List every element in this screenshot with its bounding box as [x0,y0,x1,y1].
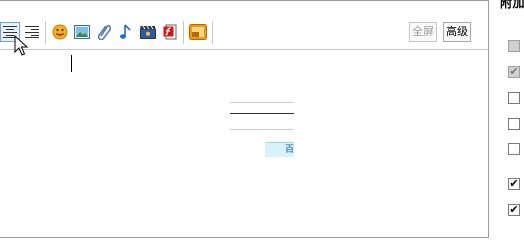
emoticon-button[interactable] [50,22,70,42]
sidebar-title: 附加 [500,0,524,10]
insert-music-button[interactable] [116,22,136,42]
rich-text-editor: 全屏 高级 百 [0,0,489,238]
flash-file-icon [163,24,177,40]
option-checkbox[interactable] [508,92,520,104]
option-checkbox: ✔ [508,65,520,78]
editor-toolbar: 全屏 高级 [0,13,488,50]
music-note-icon [120,24,131,39]
mouse-pointer-icon [14,35,28,56]
paperclip-icon [97,24,111,40]
option-checkbox[interactable] [508,118,520,130]
horizontal-rule [230,129,294,130]
horizontal-rule [230,113,294,114]
option-checkbox [508,40,520,52]
option-checkbox[interactable]: ✔ [508,178,520,190]
image-icon [74,25,90,39]
toolbar-separator [183,21,184,44]
option-checkbox[interactable] [508,143,520,155]
toolbar-separator [45,21,46,44]
insert-attachment-button[interactable] [94,22,114,42]
fullscreen-button[interactable]: 全屏 [409,22,437,42]
toolbar-separator [212,21,213,44]
table-cell-fragment: 百 [265,142,294,157]
insert-video-button[interactable] [138,22,158,42]
insert-flash-button[interactable] [160,22,180,42]
advanced-button[interactable]: 高级 [443,22,471,42]
video-clapper-icon [140,25,156,39]
insert-table-button[interactable] [188,22,208,42]
option-checkbox[interactable]: ✔ [508,204,520,216]
orange-box-icon [189,24,207,40]
insert-image-button[interactable] [72,22,92,42]
smiley-icon [52,24,68,40]
horizontal-rule [230,102,294,103]
text-cursor [71,55,72,72]
